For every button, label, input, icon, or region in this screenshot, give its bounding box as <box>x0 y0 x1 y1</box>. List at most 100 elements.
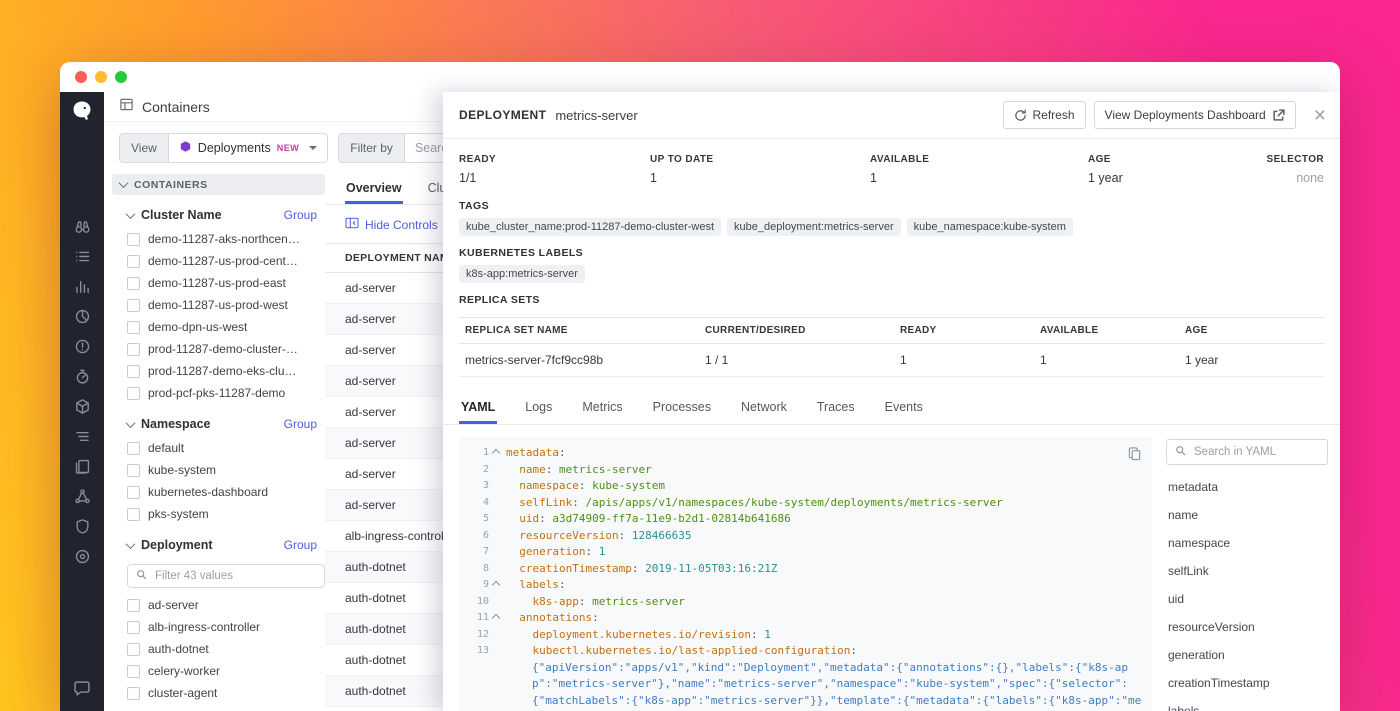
filter-checkbox-item[interactable]: demo-dpn-us-west <box>112 316 325 338</box>
group-link[interactable]: Group <box>284 417 317 431</box>
filter-checkbox-item[interactable]: demo-11287-aks-northcen… <box>112 228 325 250</box>
filter-checkbox-item[interactable]: alb-ingress-controller <box>112 616 325 638</box>
containers-icon[interactable] <box>74 398 91 415</box>
panel-tab[interactable]: Traces <box>815 391 857 424</box>
security-icon[interactable] <box>74 518 91 535</box>
panel-tab[interactable]: Network <box>739 391 789 424</box>
stat-block: AGE 1 year <box>1088 154 1267 185</box>
yaml-outline-item[interactable]: selfLink <box>1166 557 1328 585</box>
tag-pill[interactable]: kube_namespace:kube-system <box>907 218 1073 236</box>
checkbox <box>127 486 140 499</box>
yaml-outline-item[interactable]: metadata <box>1166 473 1328 501</box>
checkbox <box>127 343 140 356</box>
yaml-search-input[interactable] <box>1192 445 1319 459</box>
panel-tab[interactable]: Events <box>883 391 925 424</box>
filter-checkbox-item[interactable]: prod-11287-demo-eks-clu… <box>112 360 325 382</box>
checkbox-label: kube-system <box>148 463 216 477</box>
filter-checkbox-item[interactable]: celery-worker <box>112 660 325 682</box>
filter-checkbox-item[interactable]: prod-11287-demo-cluster-… <box>112 338 325 360</box>
apm-icon[interactable] <box>74 368 91 385</box>
filter-group-header[interactable]: Namespace Group <box>112 417 325 437</box>
checkbox-label: alb-ingress-controller <box>148 620 260 634</box>
zoom-window-button[interactable] <box>115 71 127 83</box>
logs-icon[interactable] <box>74 458 91 475</box>
checkbox <box>127 299 140 312</box>
refresh-icon <box>1014 109 1027 122</box>
label-pill[interactable]: k8s-app:metrics-server <box>459 265 585 283</box>
rum-icon[interactable] <box>74 548 91 565</box>
stat-label: AGE <box>1088 154 1267 165</box>
panel-tab[interactable]: Logs <box>523 391 554 424</box>
filter-checkbox-item[interactable]: prod-pcf-pks-11287-demo <box>112 382 325 404</box>
hide-controls-label: Hide Controls <box>365 218 438 232</box>
minimize-window-button[interactable] <box>95 71 107 83</box>
yaml-outline-item[interactable]: uid <box>1166 585 1328 613</box>
age-cell: 1 year <box>1185 344 1318 376</box>
yaml-outline-item[interactable]: resourceVersion <box>1166 613 1328 641</box>
panel-tab[interactable]: YAML <box>459 391 497 424</box>
replica-sets-label: REPLICA SETS <box>459 294 1324 306</box>
deployment-name-cell: auth-dotnet <box>345 560 406 574</box>
group-link[interactable]: Group <box>284 538 317 552</box>
copy-icon[interactable] <box>1127 446 1142 466</box>
network-icon[interactable] <box>74 488 91 505</box>
refresh-label: Refresh <box>1033 108 1075 122</box>
replica-set-name-cell: metrics-server-7fcf9cc98b <box>465 344 705 376</box>
yaml-outline-item[interactable]: name <box>1166 501 1328 529</box>
close-panel-icon[interactable]: × <box>1314 105 1326 126</box>
containers-section-header[interactable]: CONTAINERS <box>112 174 325 195</box>
help-chat-icon[interactable] <box>73 679 91 697</box>
filter-checkbox-item[interactable]: demo-11287-us-prod-west <box>112 294 325 316</box>
monitors-icon[interactable] <box>74 338 91 355</box>
close-window-button[interactable] <box>75 71 87 83</box>
group-link[interactable]: Group <box>284 208 317 222</box>
filter-group-namespace: Namespace Group default <box>112 417 325 525</box>
panel-tabs: YAML Logs Metrics Processes Network Trac… <box>443 391 1340 425</box>
view-deployments-dashboard-button[interactable]: View Deployments Dashboard <box>1094 101 1296 129</box>
watchdog-icon[interactable] <box>74 218 91 235</box>
filter-group-header[interactable]: Cluster Name Group <box>112 208 325 228</box>
deployment-filter-input[interactable] <box>153 569 316 583</box>
tag-pill[interactable]: kube_deployment:metrics-server <box>727 218 901 236</box>
replica-column-header: READY <box>900 318 1040 343</box>
processes-icon[interactable] <box>74 428 91 445</box>
filter-checkbox-item[interactable]: cluster-agent <box>112 682 325 704</box>
filter-checkbox-item[interactable]: pks-system <box>112 503 325 525</box>
tag-pill[interactable]: kube_cluster_name:prod-11287-demo-cluste… <box>459 218 721 236</box>
deployment-detail-panel: DEPLOYMENT metrics-server Refresh View D… <box>443 92 1340 711</box>
yaml-outline-item[interactable]: labels <box>1166 697 1328 711</box>
replica-column-header: AVAILABLE <box>1040 318 1185 343</box>
filter-group-header[interactable]: Deployment Group <box>112 538 325 558</box>
deployment-name-cell: ad-server <box>345 374 396 388</box>
panel-tab[interactable]: Processes <box>651 391 713 424</box>
external-link-icon <box>1272 109 1285 122</box>
replica-table-row[interactable]: metrics-server-7fcf9cc98b 1 / 1 1 1 1 ye… <box>459 344 1324 377</box>
yaml-outline-item[interactable]: generation <box>1166 641 1328 669</box>
deployments-hexagon-icon <box>179 140 192 156</box>
dashboards-icon[interactable] <box>74 278 91 295</box>
filter-checkbox-item[interactable]: kube-system <box>112 459 325 481</box>
view-label: View <box>120 134 169 162</box>
filter-checkbox-item[interactable]: auth-dotnet <box>112 638 325 660</box>
checkbox <box>127 233 140 246</box>
dashboard-button-label: View Deployments Dashboard <box>1105 108 1266 122</box>
filter-checkbox-item[interactable]: demo-11287-us-prod-cent… <box>112 250 325 272</box>
stat-label: SELECTOR <box>1267 154 1324 165</box>
yaml-outline-item[interactable]: creationTimestamp <box>1166 669 1328 697</box>
metrics-icon[interactable] <box>74 308 91 325</box>
panel-type-label: DEPLOYMENT <box>459 108 546 122</box>
checkbox <box>127 687 140 700</box>
refresh-button[interactable]: Refresh <box>1003 101 1086 129</box>
view-dropdown[interactable]: Deployments NEW <box>169 134 327 162</box>
events-icon[interactable] <box>74 248 91 265</box>
yaml-viewer[interactable]: 1metadata:2 name: metrics-server3 namesp… <box>459 437 1152 711</box>
filter-checkbox-item[interactable]: demo-11287-us-prod-east <box>112 272 325 294</box>
filter-checkbox-item[interactable]: kubernetes-dashboard <box>112 481 325 503</box>
filter-checkbox-item[interactable]: default <box>112 437 325 459</box>
list-tab[interactable]: Overview <box>345 174 403 204</box>
datadog-logo-icon[interactable] <box>69 98 95 124</box>
panel-tab[interactable]: Metrics <box>580 391 624 424</box>
checkbox <box>127 643 140 656</box>
yaml-outline-item[interactable]: namespace <box>1166 529 1328 557</box>
filter-checkbox-item[interactable]: ad-server <box>112 594 325 616</box>
